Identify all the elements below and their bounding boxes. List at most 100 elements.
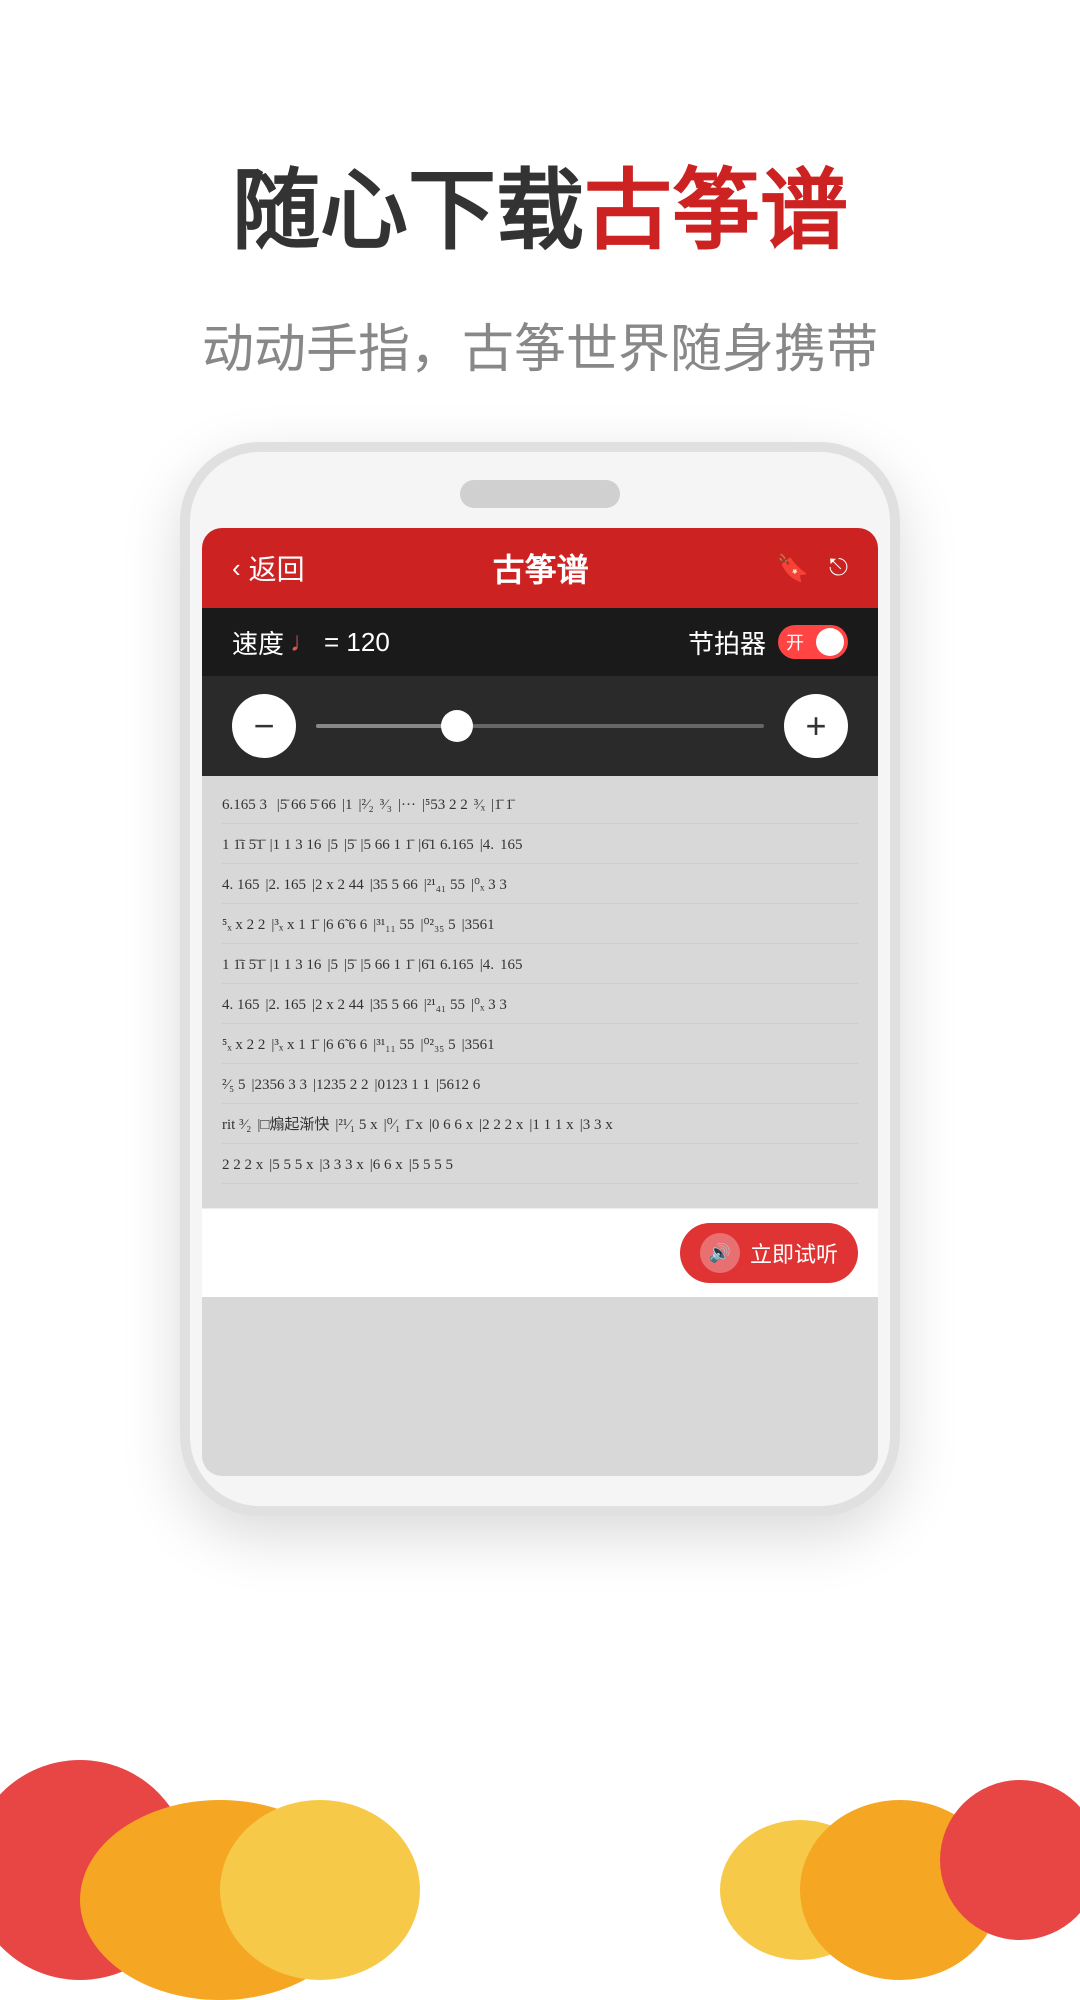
sheet-segment: |4. <box>480 952 494 979</box>
share-icon[interactable]: ⎋ <box>829 554 848 582</box>
sheet-row: 4. 165 |2. 165 |2 x 2 44 |35 5 66 |²¹₄₁ … <box>222 992 858 1024</box>
increase-button[interactable]: + <box>784 694 848 758</box>
bottom-decoration <box>0 1660 1080 1920</box>
sheet-segment: |1̄ 1̄ <box>491 792 513 819</box>
sheet-segment: |⁰²₃₅ 5 <box>420 1032 455 1059</box>
sheet-segment: 4. 165 <box>222 992 260 1019</box>
sheet-segment: |⁰²₃₅ 5 <box>420 912 455 939</box>
sheet-segment: |5̄ <box>344 832 355 859</box>
tempo-bar: 速度 ♩ = 120 节拍器 开 <box>202 608 878 676</box>
sheet-segment: |5 66 1 1̄ <box>360 832 412 859</box>
sheet-content: 6.165 3 |5̄ 66 5̄ 66 |1 |²⁄₂ ³⁄₃ |··· |⁵… <box>202 776 878 1208</box>
sheet-segment: |²⁄₂ <box>359 792 374 819</box>
slider-area: − + <box>202 676 878 776</box>
toggle-knob <box>816 628 844 656</box>
sheet-segment: |3 3 3 x <box>320 1152 364 1179</box>
sheet-segment: |⁵53 2 2 <box>422 792 468 819</box>
speaker-icon: 🔊 <box>709 1243 731 1264</box>
sheet-row: ²⁄₅ 5 |2356 3 3 |1235 2 2 |0123 1 1 |561… <box>222 1072 858 1104</box>
decrease-button[interactable]: − <box>232 694 296 758</box>
main-title: 随心下载古筝谱 <box>0 140 1080 267</box>
sheet-segment: |6̄1 6.165 <box>418 832 474 859</box>
sheet-segment: |3561 <box>462 912 495 939</box>
minus-icon: − <box>253 705 274 747</box>
tempo-display: 速度 ♩ = 120 <box>232 624 390 661</box>
sheet-segment: |2 x 2 44 <box>312 872 364 899</box>
sheet-row: 1 1̄ī 5̄1̄ |1 1 3 16 |5 |5̄ |5 66 1 1̄ |… <box>222 952 858 984</box>
sheet-segment: |0123 1 1 <box>375 1072 431 1099</box>
sheet-segment: |2 2 2 x <box>479 1112 523 1139</box>
sheet-segment: |³¹₁₁ 55 <box>373 912 414 939</box>
blob-right-yellow <box>720 1820 880 1960</box>
blob-left-yellow <box>220 1800 420 1980</box>
sheet-segment: |□煽起渐快 <box>257 1112 329 1139</box>
sheet-segment: |⁰ₓ 3 3 <box>471 992 507 1019</box>
sheet-row: 1 1̄ī 5̄1̄ |1 1 3 16 |5 |5̄ |5 66 1 1̄ |… <box>222 832 858 864</box>
sheet-music-area: 6.165 3 |5̄ 66 5̄ 66 |1 |²⁄₂ ³⁄₃ |··· |⁵… <box>202 776 878 1476</box>
sheet-segment: |5̄ 66 5̄ 66 <box>277 792 336 819</box>
blob-left-red <box>0 1760 190 1980</box>
sheet-segment: |5̄ <box>344 952 355 979</box>
sheet-segment: 165 <box>500 952 523 979</box>
metronome-toggle[interactable]: 开 <box>778 625 848 659</box>
sheet-segment: |5 <box>327 952 338 979</box>
sheet-segment: |5 5 5 5 <box>409 1152 453 1179</box>
subtitle: 动动手指，古筝世界随身携带 <box>0 307 1080 382</box>
sheet-segment: |³ₓ x 1 1̄ <box>271 1032 317 1059</box>
sheet-segment: |5612 6 <box>436 1072 480 1099</box>
sheet-segment: |··· <box>398 792 416 819</box>
sheet-segment: 1 1̄ī 5̄1̄ <box>222 832 264 859</box>
sheet-segment: |2356 3 3 <box>251 1072 307 1099</box>
app-screen: ‹ 返回 古筝谱 🔖 ⎋ 速度 ♩ = 120 节拍器 <box>202 528 878 1476</box>
bookmark-icon[interactable]: 🔖 <box>777 553 809 584</box>
back-button[interactable]: ‹ 返回 <box>232 548 305 588</box>
sheet-segment: 2 2 2 x <box>222 1152 263 1179</box>
sheet-segment: |6̄1 6.165 <box>418 952 474 979</box>
blob-left-orange <box>80 1800 360 2000</box>
listen-button[interactable]: 🔊 立即试听 <box>680 1223 858 1283</box>
sheet-segment: ³⁄ₓ <box>474 792 485 819</box>
sheet-segment: |1 1 3 16 <box>270 832 322 859</box>
sheet-segment: |35 5 66 <box>370 992 418 1019</box>
sheet-segment: |²¹⁄₁ 5 x <box>335 1112 377 1139</box>
sheet-row: 4. 165 |2. 165 |2 x 2 44 |35 5 66 |²¹₄₁ … <box>222 872 858 904</box>
top-section: 随心下载古筝谱 动动手指，古筝世界随身携带 <box>0 0 1080 442</box>
blob-right-orange <box>800 1800 1000 1980</box>
tempo-label: 速度 <box>232 624 284 661</box>
sheet-row: rit ³⁄₂ |□煽起渐快 |²¹⁄₁ 5 x |⁰⁄₁ 1̄ x |0 6 … <box>222 1112 858 1144</box>
sheet-segment: |35 5 66 <box>370 872 418 899</box>
sheet-segment: 165 <box>500 832 523 859</box>
metronome-label: 节拍器 <box>688 624 766 661</box>
blob-right-red <box>940 1780 1080 1940</box>
sheet-row: 6.165 3 |5̄ 66 5̄ 66 |1 |²⁄₂ ³⁄₃ |··· |⁵… <box>222 792 858 824</box>
sheet-segment: |3 3 x <box>580 1112 613 1139</box>
phone-mockup: ‹ 返回 古筝谱 🔖 ⎋ 速度 ♩ = 120 节拍器 <box>180 442 900 1516</box>
sheet-segment: ⁵ₓ x 2 2 <box>222 912 265 939</box>
sheet-segment: |²¹₄₁ 55 <box>424 992 465 1019</box>
tempo-value: = 120 <box>324 627 390 658</box>
listen-icon: 🔊 <box>700 1233 740 1273</box>
sheet-row: ⁵ₓ x 2 2 |³ₓ x 1 1̄ |6 6̃ 6 6 |³¹₁₁ 55 |… <box>222 912 858 944</box>
sheet-segment: |2. 165 <box>266 872 307 899</box>
back-chevron-icon: ‹ <box>232 553 241 584</box>
sheet-segment: 4. 165 <box>222 872 260 899</box>
phone-speaker <box>460 480 620 508</box>
main-title-part1: 随心下载 <box>232 161 584 260</box>
sheet-segment: |⁰ₓ 3 3 <box>471 872 507 899</box>
sheet-segment: |1235 2 2 <box>313 1072 369 1099</box>
sheet-segment: |5 66 1 1̄ <box>360 952 412 979</box>
sheet-segment: |6 6̃ 6 6 <box>323 1032 367 1059</box>
slider-fill <box>316 724 450 728</box>
sheet-segment: |2 x 2 44 <box>312 992 364 1019</box>
tempo-note-icon: ♩ <box>290 626 318 658</box>
phone-outer: ‹ 返回 古筝谱 🔖 ⎋ 速度 ♩ = 120 节拍器 <box>180 442 900 1516</box>
sheet-segment: ⁵ₓ x 2 2 <box>222 1032 265 1059</box>
sheet-segment: |1 1 1 x <box>529 1112 573 1139</box>
listen-label: 立即试听 <box>750 1237 838 1269</box>
sheet-segment: ²⁄₅ 5 <box>222 1072 245 1099</box>
sheet-row: 2 2 2 x |5 5 5 x |3 3 3 x |6 6 x |5 5 5 … <box>222 1152 858 1184</box>
sheet-segment: |2. 165 <box>266 992 307 1019</box>
sheet-segment: |4. <box>480 832 494 859</box>
slider-thumb <box>441 710 473 742</box>
tempo-slider[interactable] <box>316 724 764 728</box>
